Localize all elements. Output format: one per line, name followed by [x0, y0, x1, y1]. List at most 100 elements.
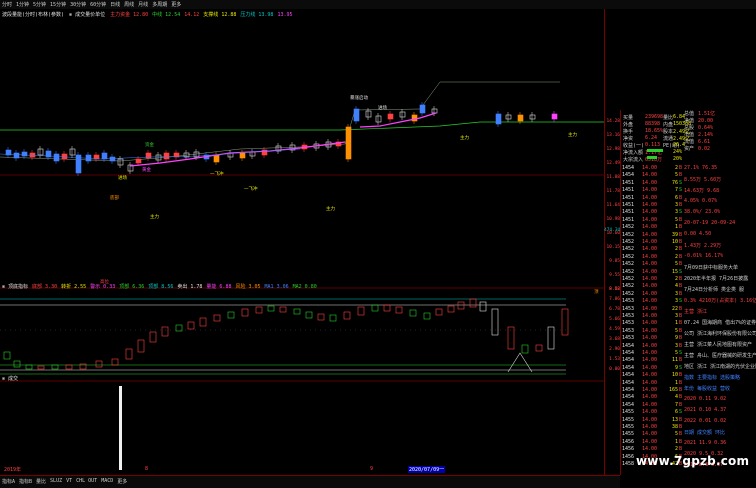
sub-candle	[357, 306, 365, 316]
tick-price: 14.00	[642, 394, 658, 401]
toolbar-item[interactable]: 分时	[2, 1, 12, 8]
tick-volume: 2	[674, 276, 678, 282]
toolbar-item[interactable]: 15分钟	[50, 1, 66, 8]
f10-line: 2022 0.01 0.02	[684, 418, 727, 424]
tick-row: 1451 14.00 7 S	[622, 187, 682, 194]
chart-annotation: 主力	[150, 213, 159, 220]
tick-row: 1454 14.00 2 B	[622, 165, 682, 172]
toolbar-item[interactable]: 30分钟	[70, 1, 86, 8]
toolbar-item[interactable]: 更多	[171, 1, 181, 8]
tick-price: 14.00	[642, 187, 658, 194]
indicator-value-number: 3.05	[248, 284, 261, 290]
tick-time: 1458	[622, 461, 635, 467]
tick-row: 1452 14.00 1 B	[622, 224, 682, 231]
resistance-line	[0, 121, 604, 131]
indicator-tick: 7.86	[609, 297, 620, 302]
tick-price: 14.00	[642, 342, 658, 349]
tick-price: 14.00	[642, 194, 658, 201]
toolbar-item[interactable]: 多周期	[152, 1, 167, 8]
sub-candle	[371, 304, 379, 312]
candle-body	[93, 154, 100, 160]
sub2-title[interactable]: ⊗ 成交	[2, 375, 18, 382]
indicator-tick: 0.00	[609, 367, 620, 372]
toolbar-item[interactable]: 月线	[138, 1, 148, 8]
candle-body	[13, 152, 20, 159]
tick-row: 1453 14.00 5 B	[622, 328, 682, 335]
tick-time: 1452	[622, 276, 635, 282]
indicator-tick: 3.68	[609, 337, 620, 342]
toolbar-item[interactable]: 60分钟	[90, 1, 106, 8]
sub-candle	[479, 301, 487, 312]
toolbar-item[interactable]: 日线	[110, 1, 120, 8]
f10-line: 1.43万 2.29万	[684, 243, 722, 249]
tick-time: 1454	[622, 172, 635, 179]
indicator-tab[interactable]: 指标A	[2, 478, 15, 485]
tick-volume: 5	[674, 431, 678, 438]
indicator-value-number: 3.06	[276, 284, 289, 290]
sub-candle	[521, 344, 529, 354]
sub-candle	[343, 311, 351, 320]
sub-candle	[447, 305, 455, 313]
quote-value: 6.24	[645, 135, 658, 141]
indicator-tab[interactable]: MACD	[101, 478, 113, 485]
tick-time: 1454	[622, 401, 635, 408]
toolbar-item[interactable]: 1分钟	[16, 1, 29, 8]
indicator-tab[interactable]: SLUZ	[50, 478, 62, 485]
tick-time: 1451	[622, 202, 635, 208]
indicator-value-label: 卖出	[177, 284, 191, 290]
indicator-tabs[interactable]: 指标A 指标B 量比 SLUZ VT CHL OUT MACD 更多	[2, 478, 131, 485]
tick-volume: 1	[674, 320, 678, 327]
quote-label2: 内盘	[663, 122, 674, 128]
indicator-value: 顶部 8.56	[148, 284, 173, 290]
indicator-tab[interactable]: CHL OUT	[76, 478, 97, 485]
tick-price: 14.00	[642, 379, 658, 386]
tick-price: 14.00	[642, 424, 658, 430]
indicator-tab[interactable]: 量比	[36, 478, 46, 485]
chart-annotations: 底部资金进场黄金一飞冲一飞冲主力主力暴涨启动进场主力主力高位顶	[100, 94, 599, 295]
tick-price: 14.00	[642, 350, 658, 356]
indicator-value-label: 量能	[206, 284, 220, 290]
tick-time: 1451	[622, 216, 635, 223]
tick-price: 14.00	[642, 298, 658, 305]
tick-time: 1452	[622, 261, 635, 268]
candle-body	[365, 110, 372, 118]
tick-volume: 3	[674, 298, 678, 305]
tick-time: 1454	[622, 357, 635, 364]
sub1-values: 底部 3.30 转折 2.55 警示 0.33 顶部 6.36 顶部 8.56 卖出 1.…	[32, 283, 321, 290]
tick-price: 14.00	[642, 327, 658, 334]
axis-marker: 474.34	[604, 228, 621, 233]
indicator-value-label: 底部	[32, 284, 46, 290]
sub-candle	[161, 326, 169, 337]
indicator-value-number: 2.55	[74, 284, 87, 290]
sub-candle	[25, 364, 33, 370]
toolbar-item[interactable]: 周线	[124, 1, 134, 8]
kline-chart-area[interactable]: 底部资金进场黄金一飞冲一飞冲主力主力暴涨启动进场主力主力高位顶	[0, 9, 604, 475]
indicator-tick: 6.78	[609, 307, 620, 312]
candle-body	[431, 108, 438, 114]
indicator-tab[interactable]: 更多	[117, 478, 127, 485]
chart-annotation: 资金	[145, 141, 154, 148]
tick-time: 1453	[622, 305, 635, 312]
sub-candle	[547, 326, 555, 350]
indicator-value-label: MA1	[264, 284, 277, 290]
tick-list[interactable]: 1454 14.00 2 B 1454 14.00 5 B 1451 14.00 76 S 1451 14…	[620, 165, 682, 475]
indicator-tab[interactable]: VT	[66, 478, 72, 485]
tick-volume: 5	[674, 261, 678, 268]
indicator-tab[interactable]: 指标B	[19, 478, 32, 485]
tick-volume: 1	[674, 379, 678, 386]
tick-price: 14.00	[642, 224, 658, 231]
f10-line: 8.55万 5.60万	[684, 177, 722, 183]
quote-row: 买量 239698 量比 6.84	[623, 114, 685, 121]
price-tick: 10.15	[606, 245, 620, 250]
tick-row: 1452 14.00 39 B	[622, 232, 682, 239]
sub1-title[interactable]: ⊗ 顶底指标	[2, 283, 28, 290]
tick-time: 1452	[622, 253, 635, 260]
tick-time: 1454	[622, 165, 635, 171]
toolbar-item[interactable]: 5分钟	[33, 1, 46, 8]
tick-row: 1451 14.00 76 S	[622, 180, 682, 187]
tick-volume: 3	[674, 342, 678, 349]
f10-head-row: 总股 0.64%	[684, 124, 713, 131]
sub-candle	[535, 344, 543, 352]
tick-price: 14.00	[642, 276, 658, 282]
watermark: www.7gpzb.com	[636, 454, 750, 468]
